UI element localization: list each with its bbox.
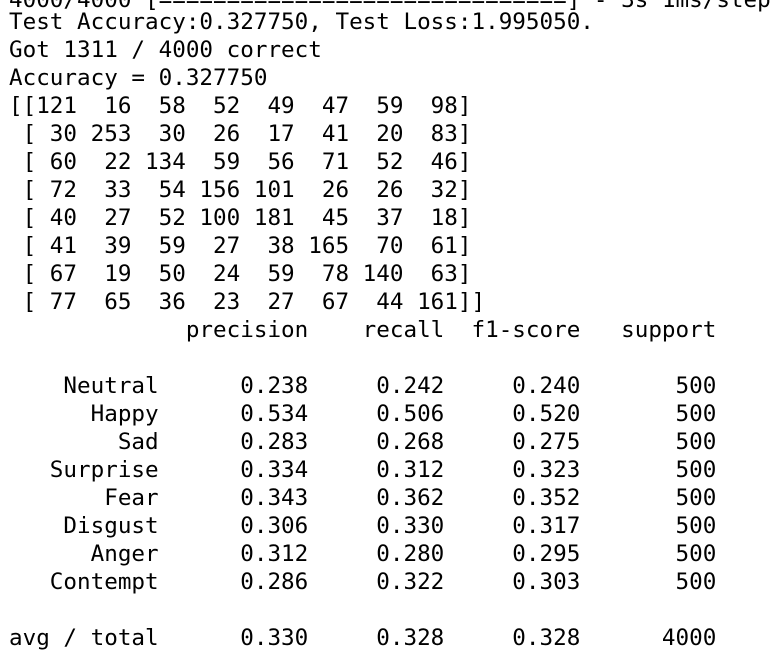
report-row-surprise: Surprise 0.334 0.312 0.323 500 <box>9 457 717 483</box>
terminal-output: 4000/4000 [=============================… <box>0 0 772 664</box>
accuracy-line: Accuracy = 0.327750 <box>9 65 268 91</box>
confusion-matrix-row-7: [ 67 19 50 24 59 78 140 63] <box>9 261 472 287</box>
report-row-contempt: Contempt 0.286 0.322 0.303 500 <box>9 569 717 595</box>
confusion-matrix-row-2: [ 30 253 30 26 17 41 20 83] <box>9 121 472 147</box>
report-row-fear: Fear 0.343 0.362 0.352 500 <box>9 485 717 511</box>
confusion-matrix-row-8: [ 77 65 36 23 27 67 44 161]] <box>9 289 486 315</box>
report-row-disgust: Disgust 0.306 0.330 0.317 500 <box>9 513 717 539</box>
test-accuracy-line: Test Accuracy:0.327750, Test Loss:1.9950… <box>9 9 594 35</box>
report-row-neutral: Neutral 0.238 0.242 0.240 500 <box>9 373 717 399</box>
report-avg-total: avg / total 0.330 0.328 0.328 4000 <box>9 625 717 651</box>
report-header-line: precision recall f1-score support <box>9 317 717 343</box>
confusion-matrix-row-5: [ 40 27 52 100 181 45 37 18] <box>9 205 472 231</box>
correct-count-line: Got 1311 / 4000 correct <box>9 37 322 63</box>
confusion-matrix-row-3: [ 60 22 134 59 56 71 52 46] <box>9 149 472 175</box>
report-row-anger: Anger 0.312 0.280 0.295 500 <box>9 541 717 567</box>
report-row-happy: Happy 0.534 0.506 0.520 500 <box>9 401 717 427</box>
confusion-matrix-row-6: [ 41 39 59 27 38 165 70 61] <box>9 233 472 259</box>
confusion-matrix-row-1: [[121 16 58 52 49 47 59 98] <box>9 93 472 119</box>
report-row-sad: Sad 0.283 0.268 0.275 500 <box>9 429 717 455</box>
confusion-matrix-row-4: [ 72 33 54 156 101 26 26 32] <box>9 177 472 203</box>
